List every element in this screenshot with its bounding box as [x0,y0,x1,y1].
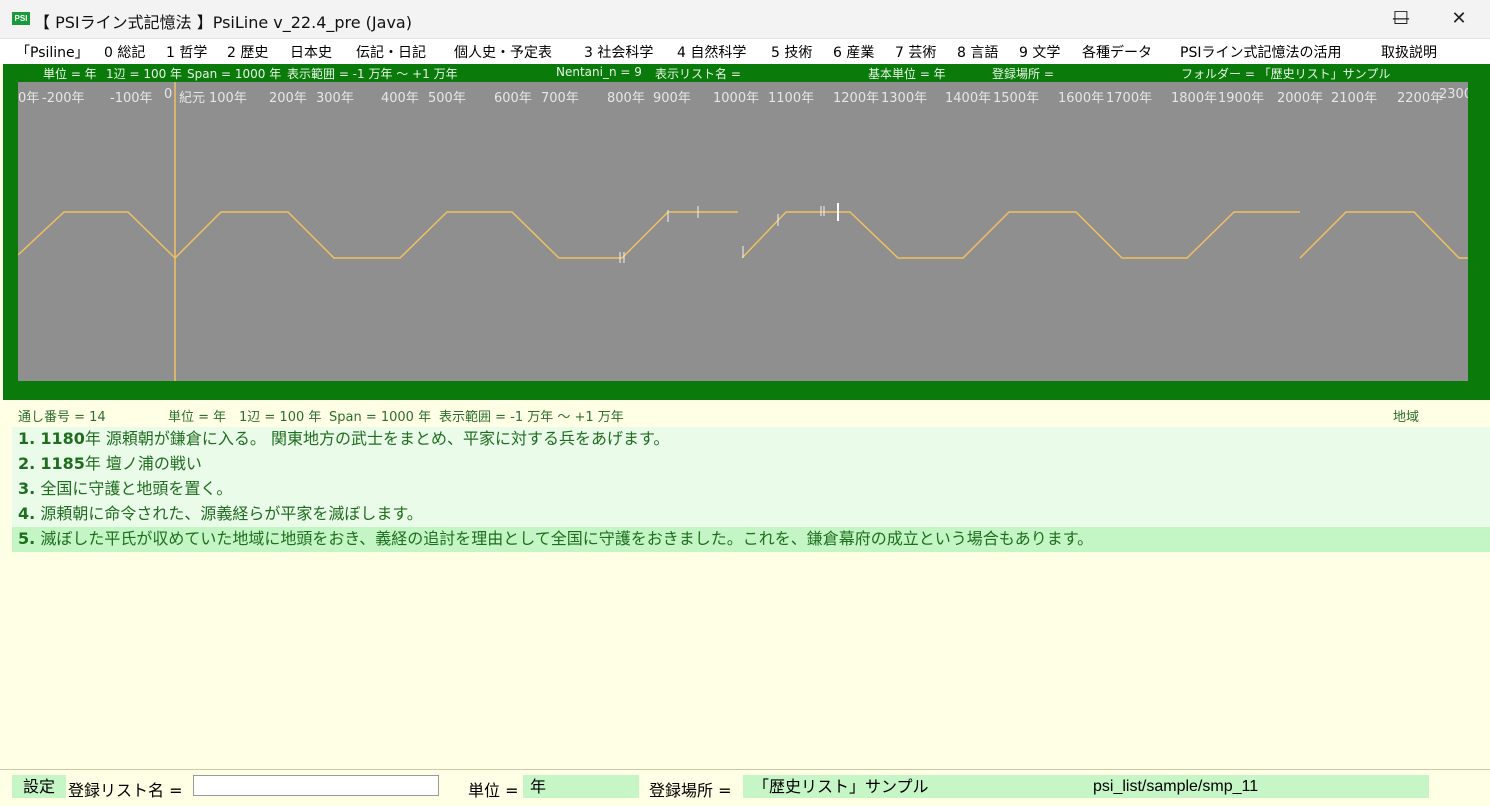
serial-number: 通し番号 = 14 [18,410,106,425]
info-list-name: 表示リスト名 = [655,67,741,81]
event-year: 1185 [40,454,85,473]
menu-data[interactable]: 各種データ [1082,42,1152,62]
menu-manual[interactable]: 取扱説明 [1381,42,1437,62]
window-title: 【 PSIライン式記憶法 】PsiLine v_22.4_pre (Java) [34,13,412,32]
menu-industry[interactable]: 6 産業 [833,42,874,62]
event-text: 全国に守護と地頭を置く。 [40,479,233,498]
lower-span: Span = 1000 年 [329,410,432,425]
info-location: 登録場所 = [992,67,1054,81]
event-number: 3. [18,479,36,498]
event-number: 5. [18,529,36,548]
list-name-input[interactable] [193,775,439,796]
event-list: 1. 1180年 源頼朝が鎌倉に入る。 関東地方の武士をまとめ、平家に対する兵を… [12,427,1490,552]
menu-language[interactable]: 8 言語 [957,42,998,62]
menu-arts[interactable]: 7 芸術 [895,42,936,62]
psiline-graph [18,82,1468,381]
info-range: 表示範囲 = -1 万年 ～ +1 万年 [287,67,458,81]
menu-biography[interactable]: 伝記・日記 [356,42,426,62]
info-span: Span = 1000 年 [187,67,282,81]
event-row[interactable]: 1. 1180年 源頼朝が鎌倉に入る。 関東地方の武士をまとめ、平家に対する兵を… [12,427,1490,452]
menu-history[interactable]: 2 歴史 [227,42,268,62]
event-number: 4. [18,504,36,523]
event-row[interactable]: 3. 全国に守護と地頭を置く。 [12,477,1490,502]
event-text: 年 源頼朝が鎌倉に入る。 関東地方の武士をまとめ、平家に対する兵をあげます。 [84,429,670,448]
event-row[interactable]: 2. 1185年 壇ノ浦の戦い [12,452,1490,477]
app-icon: PSI [12,12,30,25]
info-unit: 単位 = 年 [43,67,97,81]
location-value-box: 「歴史リスト」サンプル psi_list/sample/smp_11 [743,775,1429,798]
close-button[interactable]: ✕ [1430,0,1488,38]
location-label: 登録場所 = [649,781,732,800]
settings-button[interactable]: 設定 [12,775,66,798]
menu-philosophy[interactable]: 1 哲学 [166,42,207,62]
list-name-label: 登録リスト名 = [68,781,183,800]
info-side: 1辺 = 100 年 [106,67,183,81]
region-label: 地域 [1393,410,1420,425]
title-bar: PSI 【 PSIライン式記憶法 】PsiLine v_22.4_pre (Ja… [0,0,1490,39]
status-bar: 設定 登録リスト名 = 単位 = 年 登録場所 = 「歴史リスト」サンプル ps… [0,769,1490,806]
timeline-canvas[interactable]: 0年 -200年 -100年 0 紀元 100年 200年 300年 400年 … [18,82,1468,381]
timeline-panel: 単位 = 年 1辺 = 100 年 Span = 1000 年 表示範囲 = -… [3,64,1490,400]
event-row[interactable]: 4. 源頼朝に命令された、源義経らが平家を滅ぼします。 [12,502,1490,527]
event-text: 源頼朝に命令された、源義経らが平家を滅ぼします。 [40,504,423,523]
info-nentani: Nentani_n = 9 [556,65,642,79]
lower-unit: 単位 = 年 [168,410,227,425]
menu-technology[interactable]: 5 技術 [771,42,812,62]
menu-psiline[interactable]: 「Psiline」 [16,42,89,62]
event-text: 滅ぼした平氏が収めていた地域に地頭をおき、義経の追討を理由として全国に守護をおき… [40,529,1094,548]
event-text: 年 壇ノ浦の戦い [84,454,202,473]
timeline-info-line: 単位 = 年 1辺 = 100 年 Span = 1000 年 表示範囲 = -… [3,64,1490,81]
unit-label: 単位 = [468,781,519,800]
info-folder: フォルダー = 「歴史リスト」サンプル [1181,67,1391,81]
maximize-button[interactable]: ☐ [1372,0,1430,38]
path-value: psi_list/sample/smp_11 [1093,778,1259,795]
event-row-selected[interactable]: 5. 滅ぼした平氏が収めていた地域に地頭をおき、義経の追討を理由として全国に守護… [12,527,1490,552]
menu-japanese-history[interactable]: 日本史 [290,42,332,62]
menu-social-science[interactable]: 3 社会科学 [584,42,653,62]
lower-side: 1辺 = 100 年 [239,410,322,425]
menu-literature[interactable]: 9 文学 [1019,42,1060,62]
menu-personal-history[interactable]: 個人史・予定表 [454,42,552,62]
unit-value: 年 [523,775,639,798]
menu-natural-science[interactable]: 4 自然科学 [677,42,746,62]
menu-general[interactable]: 0 総記 [104,42,145,62]
wave-segment [741,211,1300,259]
menu-usage[interactable]: PSIライン式記憶法の活用 [1180,42,1341,62]
event-number: 2. [18,454,36,473]
info-base-unit: 基本単位 = 年 [868,67,946,81]
list-info-line: 通し番号 = 14 単位 = 年 1辺 = 100 年 Span = 1000 … [0,405,1490,425]
location-value: 「歴史リスト」サンプル [753,777,929,796]
event-number: 1. [18,429,36,448]
menu-bar: 「Psiline」 0 総記 1 哲学 2 歴史 日本史 伝記・日記 個人史・予… [0,39,1490,64]
wave-segment [1299,211,1468,259]
event-markers [619,206,825,263]
wave-segment [18,211,738,260]
event-year: 1180 [40,429,85,448]
lower-range: 表示範囲 = -1 万年 ～ +1 万年 [439,410,624,425]
